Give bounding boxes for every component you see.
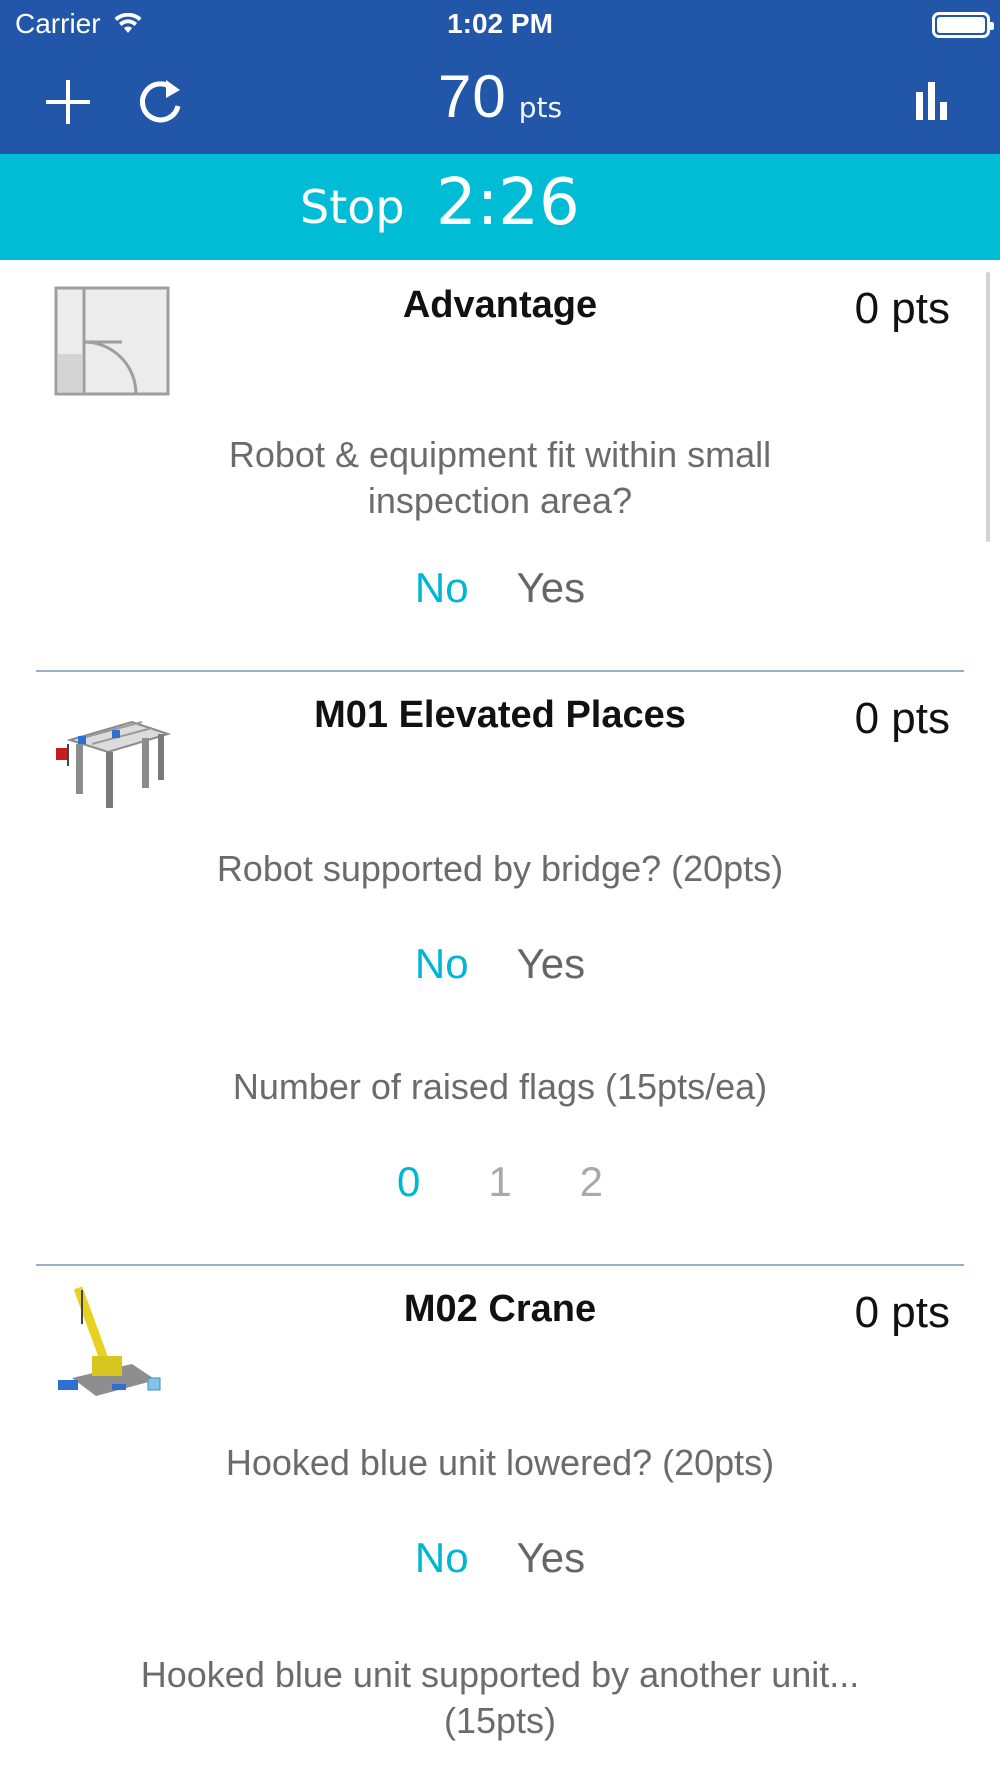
battery-icon <box>932 12 994 38</box>
option-yes[interactable]: Yes <box>517 940 586 988</box>
question-line: Robot & equipment fit within small <box>228 434 772 475</box>
question-text: Hooked blue unit lowered? (20pts) <box>225 1442 775 1483</box>
option-no[interactable]: No <box>415 1534 469 1582</box>
stop-button[interactable]: Stop <box>300 180 405 234</box>
mission-title: Advantage <box>402 284 598 326</box>
timer-display: 2:26 <box>436 166 580 240</box>
score-unit: pts <box>518 91 563 124</box>
option-2[interactable]: 2 <box>580 1158 603 1206</box>
score-value: 70 <box>437 63 507 130</box>
question-text: Robot & equipment fit within small inspe… <box>60 432 940 524</box>
question-line: (15pts) <box>443 1700 557 1741</box>
option-1[interactable]: 1 <box>488 1158 511 1206</box>
mission-title: M02 Crane <box>403 1288 597 1330</box>
divider <box>36 1264 964 1266</box>
inspection-area-thumbnail <box>54 286 170 396</box>
question-text: Hooked blue unit supported by another un… <box>60 1652 940 1744</box>
divider <box>36 670 964 672</box>
status-time: 1:02 PM <box>447 8 553 39</box>
answer-options: No Yes <box>0 940 1000 988</box>
total-score: 70 pts <box>0 62 1000 131</box>
option-yes[interactable]: Yes <box>517 1534 586 1582</box>
answer-options: No Yes <box>0 1534 1000 1582</box>
question-text: Robot supported by bridge? (20pts) <box>216 848 784 889</box>
mission-points: 0 pts <box>854 694 950 743</box>
question-line: inspection area? <box>367 480 633 521</box>
crane-thumbnail <box>58 1286 161 1396</box>
option-no[interactable]: No <box>415 940 469 988</box>
elevated-places-thumbnail <box>56 720 172 808</box>
option-yes[interactable]: Yes <box>517 564 586 612</box>
option-0[interactable]: 0 <box>397 1158 420 1206</box>
answer-options: 0 1 2 <box>0 1158 1000 1206</box>
answer-options: No Yes <box>0 564 1000 612</box>
mission-title: M01 Elevated Places <box>314 694 686 736</box>
question-text: Number of raised flags (15pts/ea) <box>232 1066 768 1107</box>
option-no[interactable]: No <box>415 564 469 612</box>
mission-points: 0 pts <box>854 1288 950 1337</box>
mission-points: 0 pts <box>854 284 950 333</box>
question-line: Hooked blue unit supported by another un… <box>140 1654 860 1695</box>
scroll-indicator <box>986 272 990 542</box>
bar-chart-icon[interactable] <box>914 80 950 120</box>
navigation-bar: Carrier 1:02 PM 70 pts <box>0 0 1000 154</box>
